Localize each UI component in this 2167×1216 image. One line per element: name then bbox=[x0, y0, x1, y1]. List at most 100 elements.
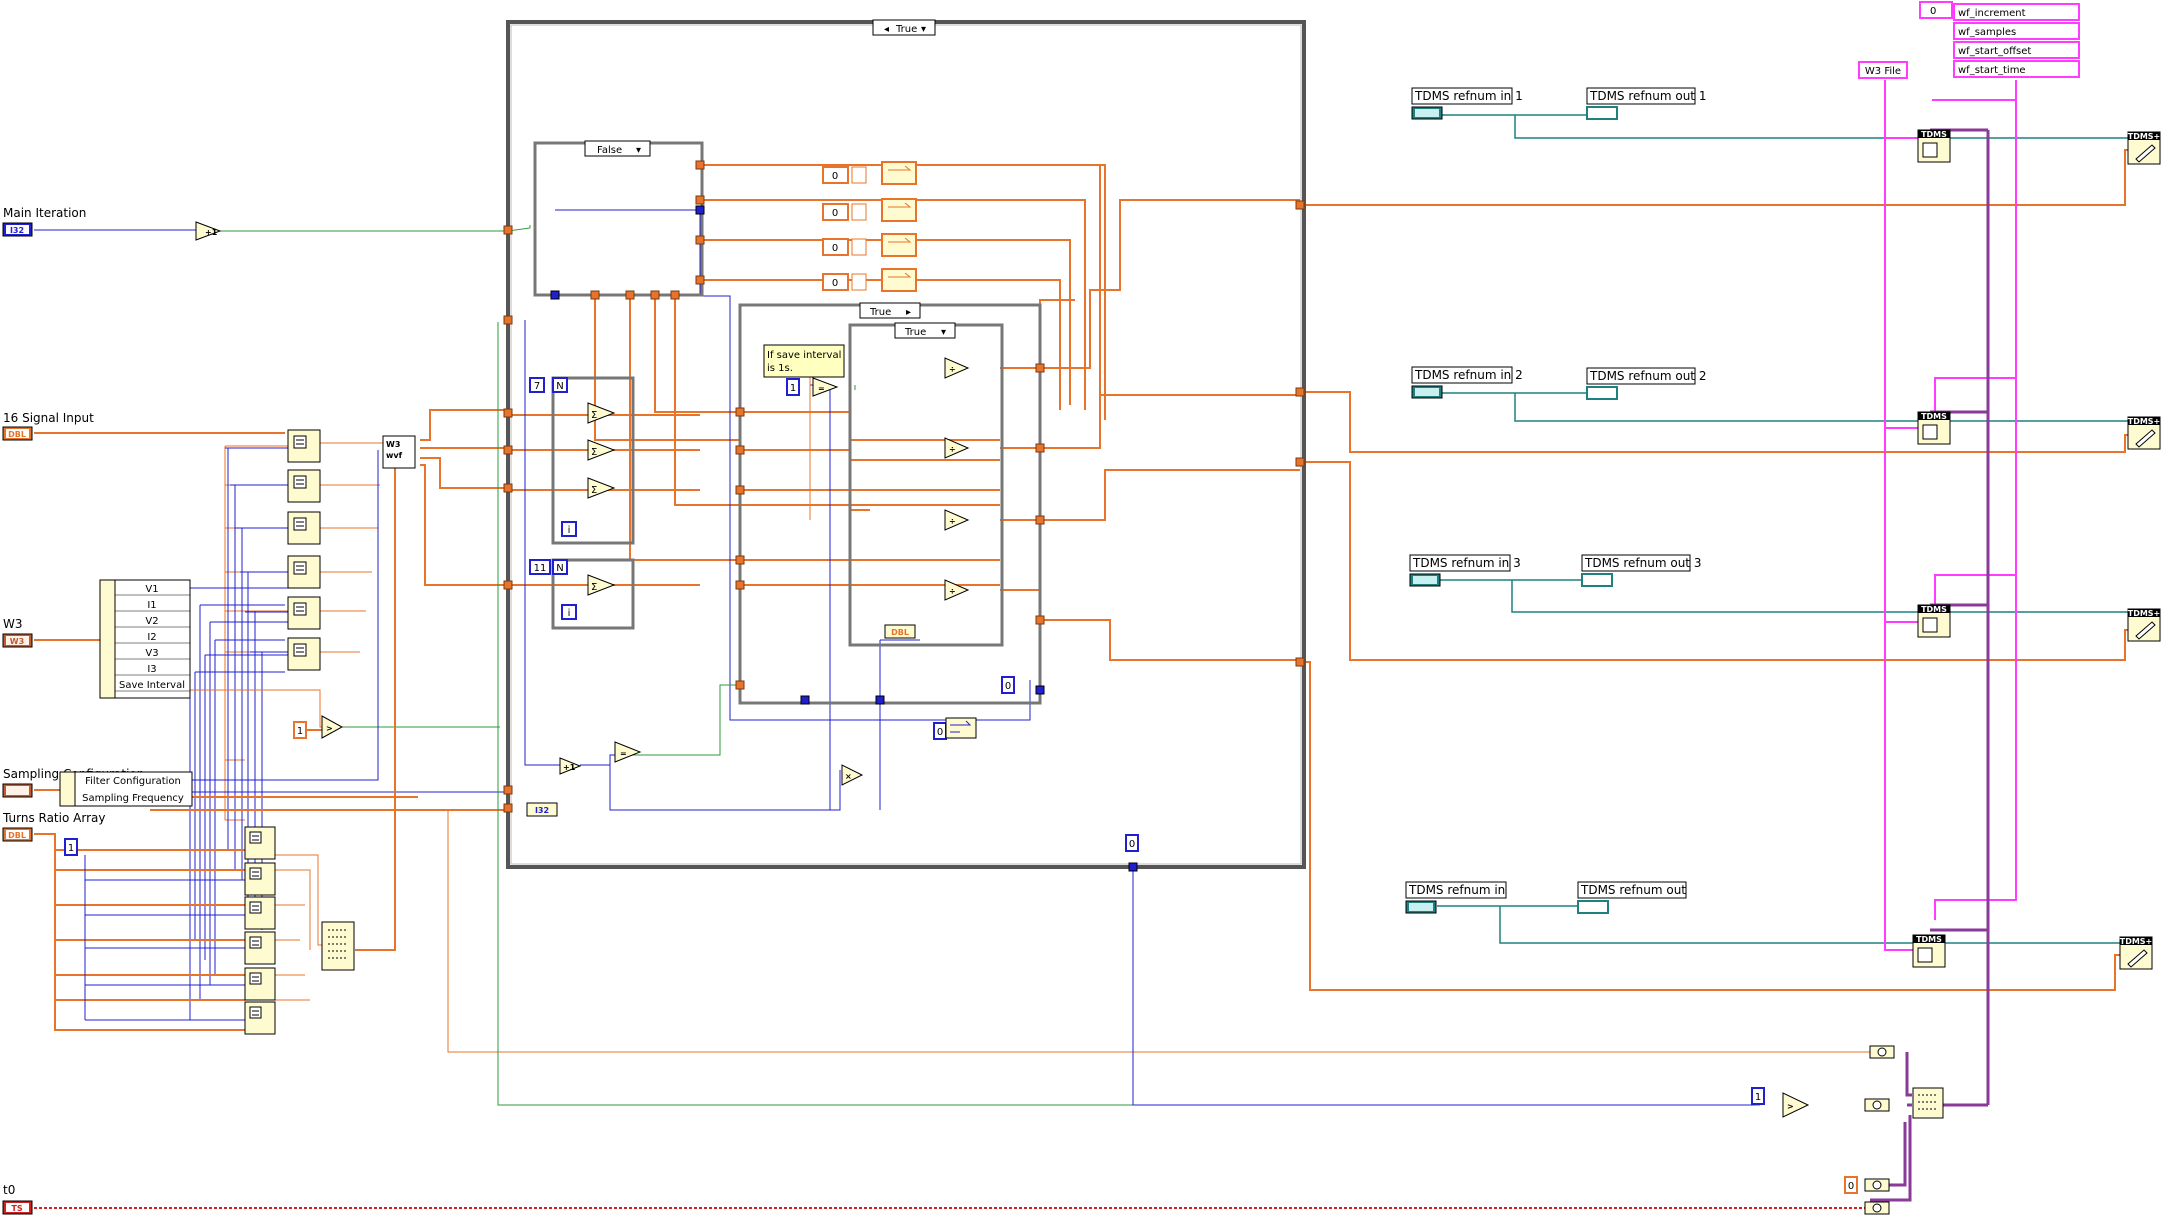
build-waveform-node[interactable] bbox=[1912, 1087, 1944, 1119]
const-zero-top[interactable]: 0 bbox=[1919, 1, 1953, 19]
shift-register-constant[interactable]: 0 bbox=[822, 166, 867, 184]
waveform-attr-wf-start-offset[interactable]: wf_start_offset bbox=[1953, 41, 2080, 59]
const-zero-feedback[interactable]: 0 bbox=[933, 722, 947, 740]
svg-text:×: × bbox=[845, 772, 852, 781]
divide-node[interactable]: ÷ bbox=[944, 357, 970, 379]
to-time-node[interactable] bbox=[1869, 1045, 1895, 1059]
tdms-refnum-out-indicator: TDMS refnum out 3 bbox=[1581, 554, 1701, 587]
const-one-turns[interactable]: 1 bbox=[64, 838, 78, 856]
build-array-node[interactable] bbox=[321, 921, 355, 971]
sum-array-node[interactable]: Σ bbox=[587, 574, 616, 596]
svg-text:=: = bbox=[818, 384, 825, 393]
to-time-node[interactable] bbox=[1864, 1178, 1890, 1192]
index-array-node[interactable] bbox=[244, 862, 276, 896]
tunnel bbox=[735, 485, 745, 495]
tdms-set-properties-node[interactable]: TDMS bbox=[1917, 411, 1951, 445]
svg-text:W3: W3 bbox=[10, 637, 24, 646]
waveform-attr-wf-increment[interactable]: wf_increment bbox=[1953, 3, 2080, 21]
const-zero-true-a[interactable]: 0 bbox=[1001, 676, 1015, 694]
shift-register-constant[interactable]: 0 bbox=[822, 238, 867, 256]
wire-w3-file bbox=[1884, 80, 1915, 951]
dbl-convert-node[interactable]: DBL bbox=[884, 624, 916, 639]
svg-text:wf_start_offset: wf_start_offset bbox=[1958, 46, 2031, 57]
w3-terminal[interactable]: W3 bbox=[2, 633, 33, 648]
tdms-set-properties-node[interactable]: TDMS bbox=[1917, 129, 1951, 163]
to-time-node[interactable] bbox=[1864, 1098, 1890, 1112]
index-array-node[interactable] bbox=[287, 429, 321, 463]
const-zero-bottom[interactable]: 0 bbox=[1844, 1176, 1858, 1194]
accumulate-node[interactable] bbox=[881, 161, 917, 185]
signal-input-terminal[interactable]: DBL bbox=[2, 426, 33, 441]
const-one-save-interval[interactable]: 1 bbox=[293, 721, 307, 739]
divide-node[interactable]: ÷ bbox=[944, 509, 970, 531]
main-iteration-terminal[interactable]: I32 bbox=[2, 222, 33, 237]
index-array-node[interactable] bbox=[244, 1001, 276, 1035]
tdms-write-node[interactable]: TDMS+ bbox=[2127, 416, 2161, 450]
increment-node[interactable]: +1 bbox=[195, 221, 222, 241]
shift-register-constants: 0 0 0 0 bbox=[822, 161, 917, 292]
const-one-inner[interactable]: 1 bbox=[786, 378, 800, 396]
const-one-bottom[interactable]: 1 bbox=[1751, 1087, 1765, 1105]
index-array-node[interactable] bbox=[287, 596, 321, 630]
loop-count-n-b[interactable]: N bbox=[552, 559, 568, 575]
multiply-node[interactable]: × bbox=[841, 764, 864, 786]
index-array-node[interactable] bbox=[287, 637, 321, 671]
shift-register-constant[interactable]: 0 bbox=[822, 273, 867, 291]
loop-count-n[interactable]: N bbox=[552, 377, 568, 393]
svg-text:▾: ▾ bbox=[941, 327, 946, 338]
tdms-refnum-in-control[interactable]: TDMS refnum in bbox=[1405, 881, 1507, 914]
index-array-node[interactable] bbox=[244, 967, 276, 1001]
sampling-field-sampling-frequency[interactable]: Sampling Frequency bbox=[82, 793, 184, 804]
false-case-frame bbox=[533, 141, 704, 297]
tdms-write-node[interactable]: TDMS+ bbox=[2127, 131, 2161, 165]
const-eleven[interactable]: 11 bbox=[529, 559, 551, 575]
accumulate-node[interactable] bbox=[881, 198, 917, 222]
inner-false-selector[interactable]: False ▾ bbox=[584, 140, 651, 157]
t0-terminal[interactable]: TS bbox=[2, 1200, 33, 1215]
tdms-set-properties-node[interactable]: TDMS bbox=[1912, 934, 1946, 968]
sampling-config-terminal[interactable] bbox=[2, 783, 33, 798]
sum-array-node[interactable]: Σ bbox=[587, 477, 616, 499]
cluster-field-save-interval[interactable]: Save Interval bbox=[115, 680, 190, 692]
const-zero-outer[interactable]: 0 bbox=[1125, 834, 1139, 852]
true-case-a-selector[interactable]: True ▸ bbox=[859, 302, 921, 319]
svg-text:wf_increment: wf_increment bbox=[1958, 8, 2026, 19]
w3-file-indicator[interactable]: W3 File bbox=[1858, 61, 1908, 79]
greater-equal-node[interactable]: > bbox=[321, 715, 344, 739]
accumulate-node[interactable] bbox=[881, 233, 917, 257]
const-seven[interactable]: 7 bbox=[529, 377, 545, 393]
increment-node-b[interactable]: +1 bbox=[559, 757, 582, 775]
outer-case-selector[interactable]: ◂ True ▾ bbox=[872, 19, 936, 36]
greater-node-bottom[interactable]: > bbox=[1782, 1092, 1810, 1118]
sum-array-node[interactable]: Σ bbox=[587, 402, 616, 424]
waveform-attr-wf-start-time[interactable]: wf_start_time bbox=[1953, 60, 2080, 78]
tdms-refnum-in-control[interactable]: TDMS refnum in 3 bbox=[1409, 554, 1521, 587]
accumulate-node[interactable] bbox=[881, 268, 917, 292]
divide-node[interactable]: ÷ bbox=[944, 579, 970, 601]
equal-node-inner[interactable]: = bbox=[812, 377, 839, 397]
shift-register-constant[interactable]: 0 bbox=[822, 203, 867, 221]
i32-convert-node[interactable]: I32 bbox=[526, 802, 558, 817]
equal-node-b[interactable]: = bbox=[614, 741, 642, 763]
label-t0: t0 bbox=[3, 1183, 15, 1197]
sum-array-node[interactable]: Σ bbox=[587, 439, 616, 461]
tdms-write-node[interactable]: TDMS+ bbox=[2127, 608, 2161, 642]
feedback-node[interactable] bbox=[945, 717, 977, 739]
to-time-node[interactable] bbox=[1864, 1201, 1890, 1215]
tdms-set-properties-node[interactable]: TDMS bbox=[1917, 604, 1951, 638]
index-array-node[interactable] bbox=[287, 511, 321, 545]
index-array-node[interactable] bbox=[244, 931, 276, 965]
w3-to-waveform-subvi[interactable]: W3 wvf bbox=[382, 435, 416, 469]
index-array-node[interactable] bbox=[244, 826, 276, 860]
index-array-node[interactable] bbox=[244, 896, 276, 930]
waveform-attr-wf-samples[interactable]: wf_samples bbox=[1953, 22, 2080, 40]
index-array-node[interactable] bbox=[287, 469, 321, 503]
index-array-node[interactable] bbox=[287, 555, 321, 589]
svg-text:DBL: DBL bbox=[8, 831, 26, 840]
wire-long-blue bbox=[1132, 867, 1755, 1106]
label-w3: W3 bbox=[3, 617, 23, 631]
tdms-write-node[interactable]: TDMS+ bbox=[2119, 936, 2153, 970]
true-case-b-selector[interactable]: True ▾ bbox=[894, 322, 956, 339]
turns-ratio-terminal[interactable]: DBL bbox=[2, 827, 33, 842]
sampling-field-filter-configuration[interactable]: Filter Configuration bbox=[85, 776, 181, 787]
